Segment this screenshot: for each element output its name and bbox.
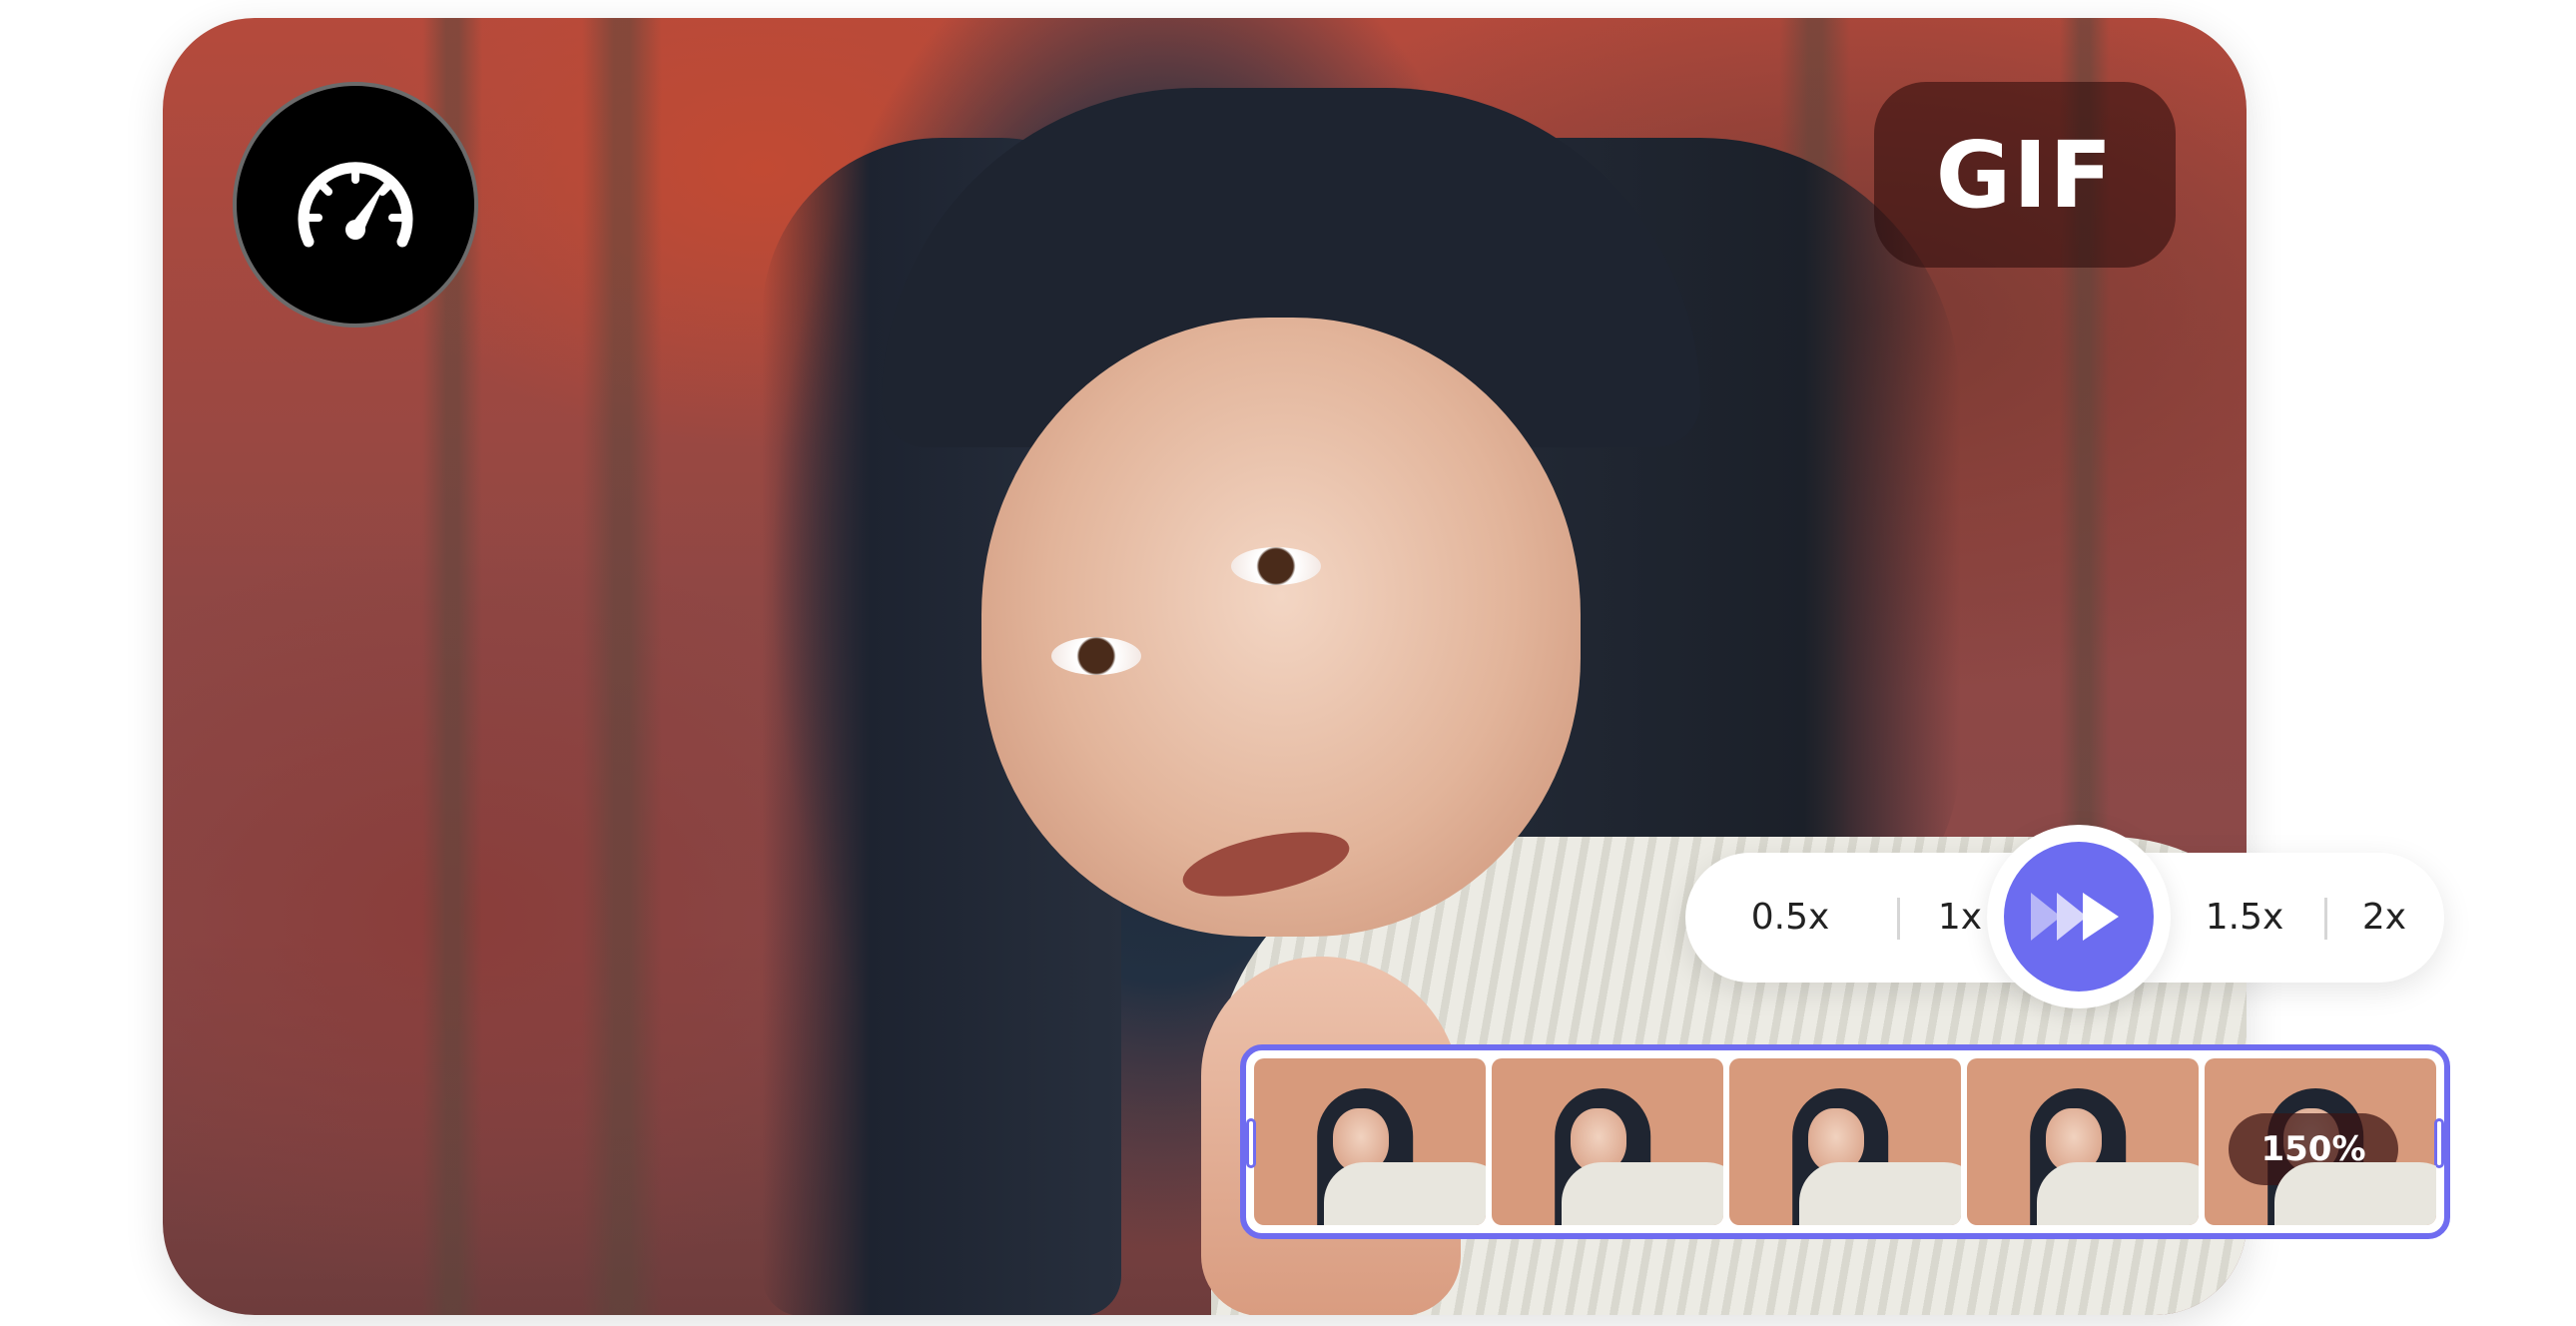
timeline-frame [1967, 1058, 2199, 1225]
trim-handle-right[interactable] [2434, 1118, 2444, 1168]
speed-option-2x[interactable]: 2x [2344, 853, 2424, 983]
speed-option-1-5x[interactable]: 1.5x [2190, 853, 2299, 983]
speed-option-0-5x[interactable]: 0.5x [1725, 853, 1855, 983]
divider [1897, 898, 1900, 940]
speed-control-button[interactable] [233, 82, 478, 328]
divider [2324, 898, 2327, 940]
eye [1231, 547, 1321, 585]
fast-forward-button[interactable] [2004, 842, 2154, 992]
timeline-frame [1729, 1058, 1961, 1225]
timeline-frame [1254, 1058, 1486, 1225]
gif-format-badge: GIF [1874, 82, 2176, 268]
speedometer-icon [298, 162, 413, 248]
eye [1051, 637, 1141, 675]
trim-handle-left[interactable] [1246, 1118, 1256, 1168]
timeline-frame [1492, 1058, 1723, 1225]
background-tree [582, 18, 662, 1315]
fast-forward-icon [2031, 893, 2119, 941]
